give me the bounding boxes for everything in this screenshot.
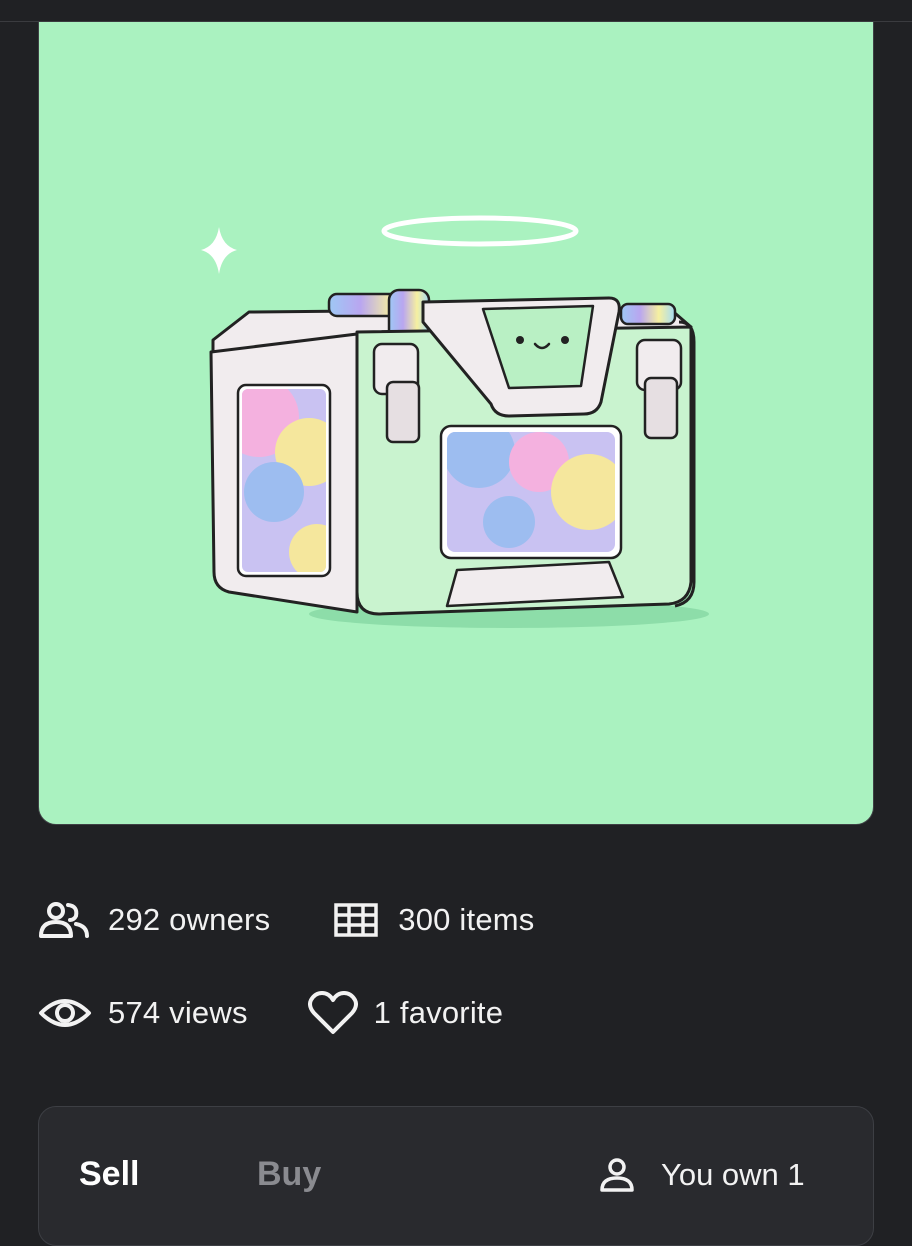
stats-row-2: 574 views 1 favorite — [38, 988, 503, 1038]
chest-illustration — [201, 215, 709, 628]
halo-icon — [381, 215, 579, 247]
tab-buy[interactable]: Buy — [257, 1155, 321, 1194]
heart-icon — [307, 991, 358, 1034]
favorites-stat[interactable]: 1 favorite — [307, 991, 504, 1035]
tab-sell[interactable]: Sell — [79, 1155, 139, 1194]
top-divider — [0, 0, 912, 22]
items-stat[interactable]: 300 items — [334, 902, 534, 938]
owners-stat[interactable]: 292 owners — [38, 900, 270, 940]
eye-icon — [39, 999, 91, 1027]
owned-count: You own 1 — [599, 1157, 805, 1193]
owners-count: 292 owners — [108, 902, 271, 937]
user-icon — [600, 1158, 634, 1192]
grid-icon — [334, 903, 379, 937]
trade-panel: Sell Buy You own 1 — [38, 1106, 874, 1246]
views-stat[interactable]: 574 views — [38, 993, 248, 1033]
users-icon — [39, 902, 89, 938]
own-label: You own 1 — [661, 1157, 805, 1192]
views-count: 574 views — [108, 995, 248, 1030]
sparkle-icon — [201, 227, 237, 274]
items-count: 300 items — [398, 902, 535, 937]
nft-image[interactable] — [38, 22, 874, 825]
favorites-count: 1 favorite — [373, 995, 504, 1030]
stats-row-1: 292 owners 300 items — [38, 895, 534, 945]
